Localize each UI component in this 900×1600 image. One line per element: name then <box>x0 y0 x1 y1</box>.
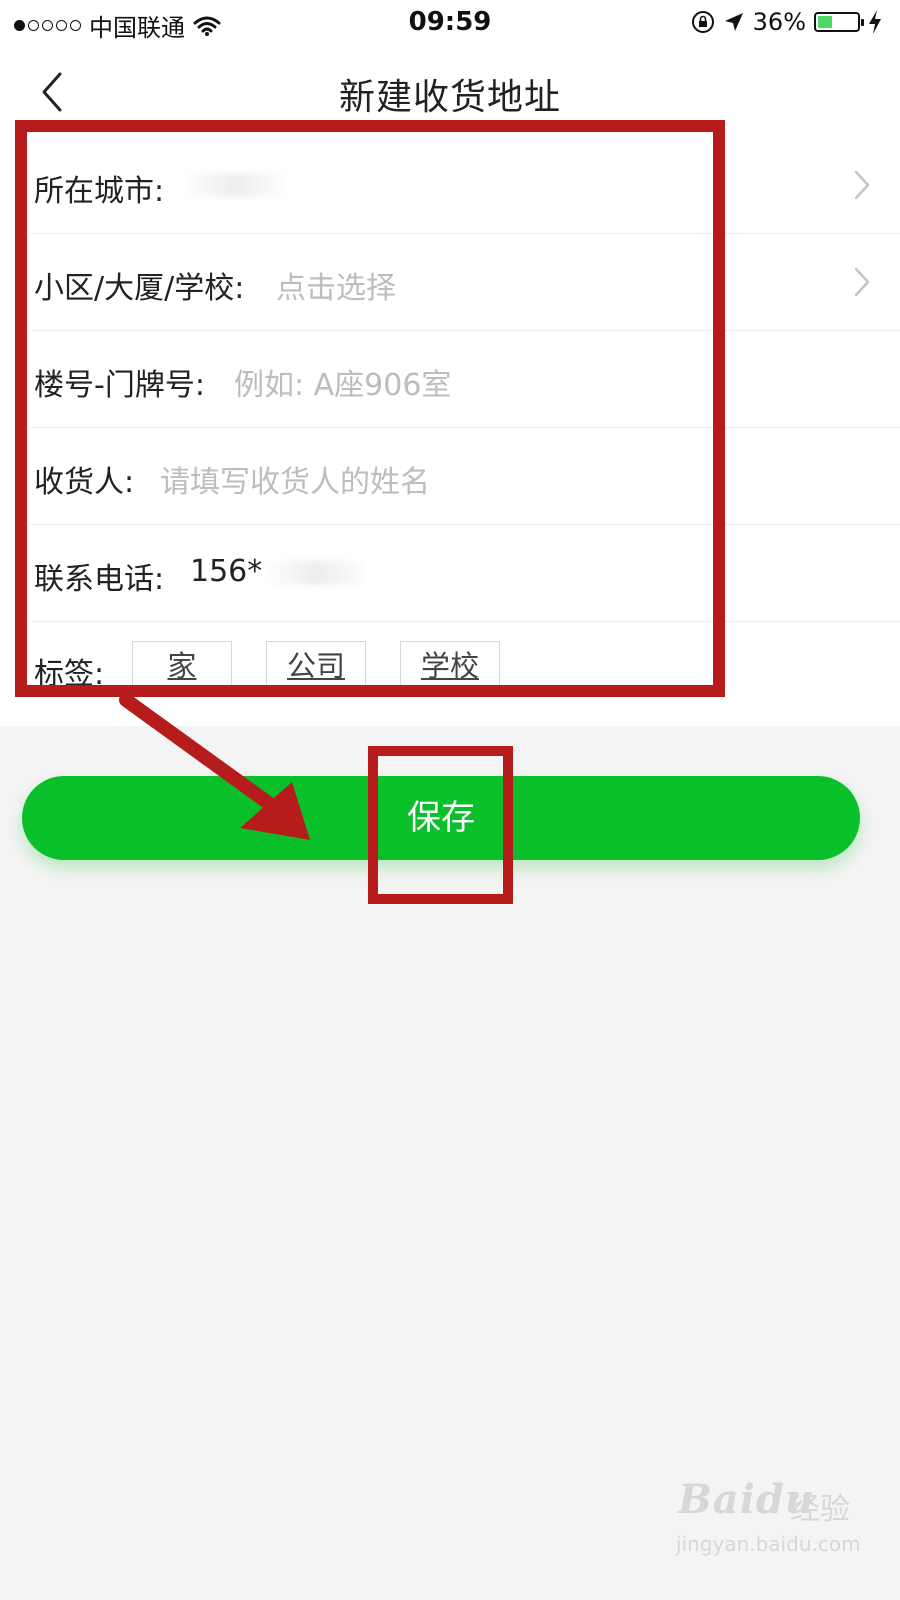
phone-label: 联系电话: <box>34 562 165 597</box>
tag-label: 标签: <box>34 657 105 692</box>
status-bar: 中国联通 09:59 36% <box>0 0 900 46</box>
building-label: 楼号-门牌号: <box>34 368 205 403</box>
tag-company-button[interactable]: 公司 <box>266 641 366 689</box>
community-row[interactable]: 小区/大厦/学校: 点击选择 <box>30 233 900 331</box>
chevron-right-icon <box>854 170 870 200</box>
phone-input[interactable]: 156* <box>190 554 373 589</box>
city-label: 所在城市: <box>34 174 165 209</box>
receiver-row: 收货人: 请填写收货人的姓名 <box>30 427 900 525</box>
tag-home-button[interactable]: 家 <box>132 641 232 689</box>
receiver-input[interactable]: 请填写收货人的姓名 <box>160 457 430 501</box>
rotation-lock-icon <box>691 11 714 33</box>
save-button[interactable]: 保存 <box>22 776 860 860</box>
receiver-label: 收货人: <box>34 465 135 500</box>
address-form: 所在城市: 小区/大厦/学校: 点击选择 楼号-门牌号: 例如: A座906室 … <box>0 136 900 726</box>
charging-bolt-icon <box>869 10 881 34</box>
phone-row: 联系电话: 156* <box>30 524 900 622</box>
baidu-watermark: Baidu 经验 jingyan.baidu.com <box>676 1476 861 1556</box>
community-input[interactable]: 点击选择 <box>276 263 396 307</box>
city-row[interactable]: 所在城市: <box>30 136 900 234</box>
chevron-right-icon <box>854 267 870 297</box>
tag-row: 标签: 家 公司 学校 <box>30 623 900 726</box>
page-title: 新建收货地址 <box>338 77 561 118</box>
building-row: 楼号-门牌号: 例如: A座906室 <box>30 330 900 428</box>
city-value <box>180 166 290 201</box>
building-input[interactable]: 例如: A座906室 <box>234 360 451 404</box>
location-arrow-icon <box>724 13 743 31</box>
battery-icon <box>814 12 864 32</box>
battery-percent: 36% <box>752 8 806 36</box>
tag-school-button[interactable]: 学校 <box>400 641 500 689</box>
community-label: 小区/大厦/学校: <box>34 271 245 306</box>
screen: 中国联通 09:59 36% 新建收货地址 所在城市: 小区/大厦/学校: 点击… <box>0 0 900 1600</box>
nav-bar: 新建收货地址 <box>0 46 900 136</box>
